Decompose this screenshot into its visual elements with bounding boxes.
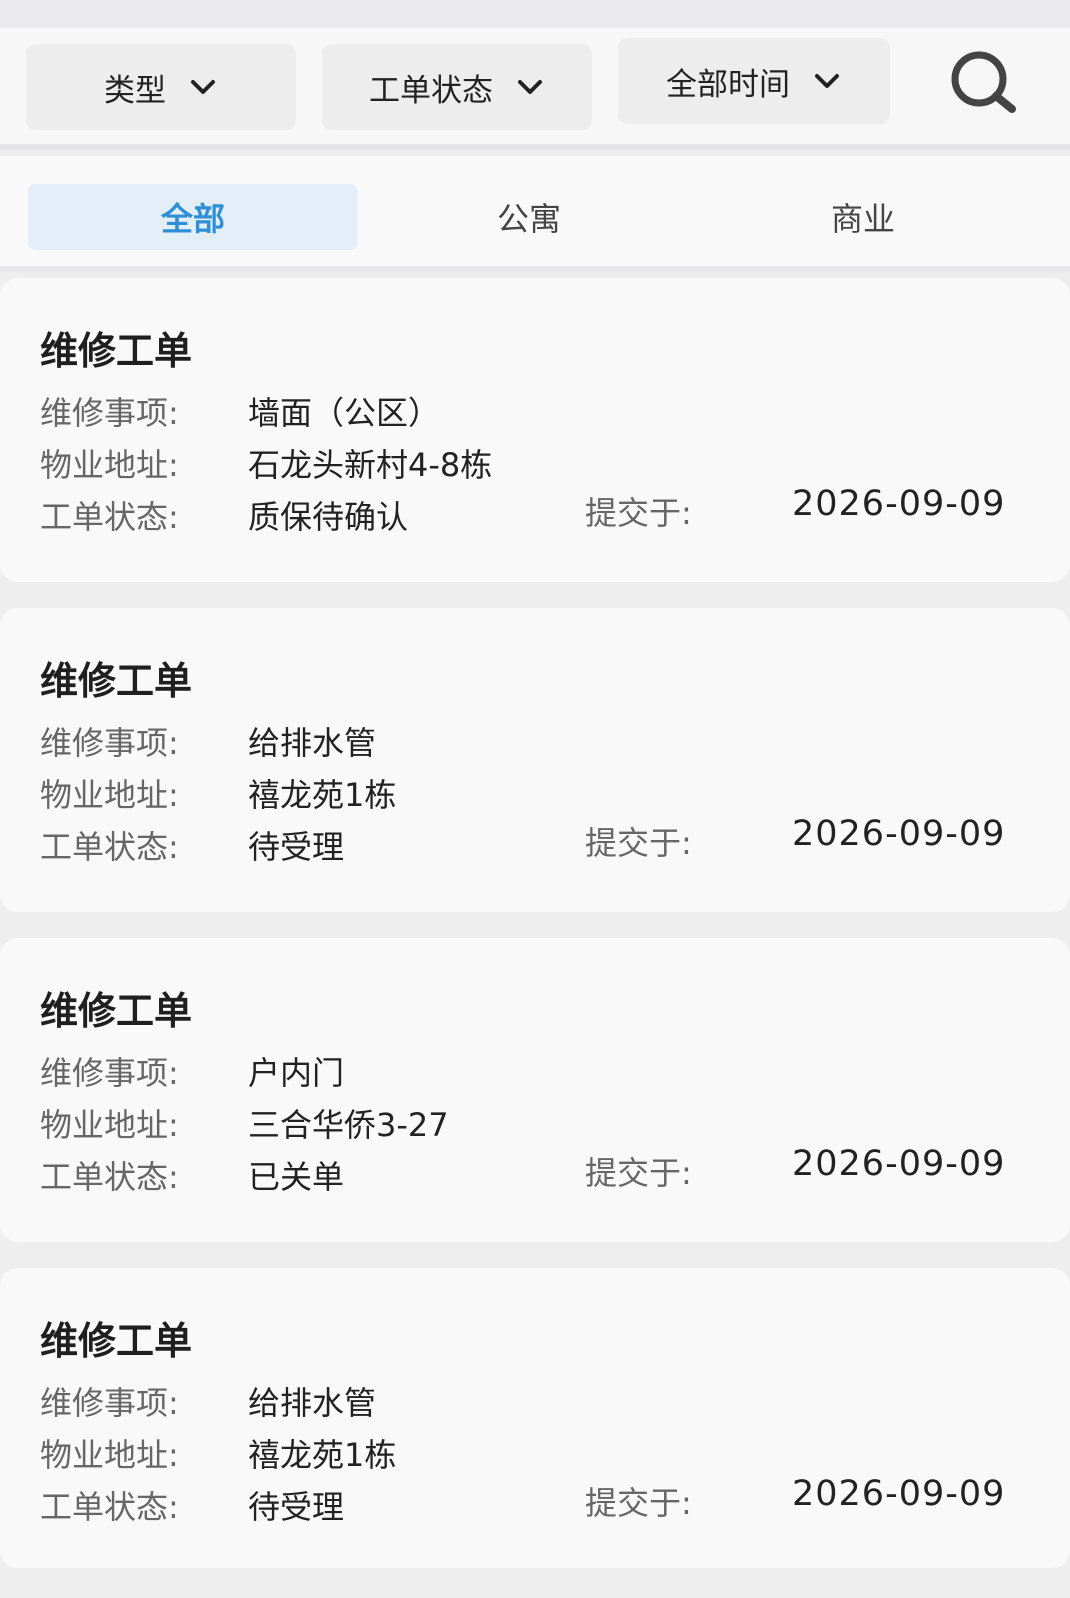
work-order-card[interactable]: 维修工单 维修事项: 给排水管 物业地址: 禧龙苑1栋 工单状态: 待受理 提交于: …	[0, 1268, 1070, 1568]
status-filter-label: 工单状态	[369, 72, 493, 109]
tab-label: 全部	[160, 200, 225, 238]
submitted-date: 2026-09-09	[792, 484, 1006, 524]
work-order-card[interactable]: 维修工单 维修事项: 户内门 物业地址: 三合华侨3-27 工单状态: 已关单 提交于…	[0, 938, 1070, 1242]
chevron-down-icon	[191, 80, 215, 94]
tab-all[interactable]: 全部	[28, 184, 358, 250]
status-row: 工单状态: 已关单	[40, 1152, 344, 1198]
submitted-label: 提交于:	[585, 1154, 692, 1192]
tab-label: 商业	[830, 200, 895, 238]
repair-item-row: 维修事项: 户内门	[40, 1048, 344, 1094]
card-title: 维修工单	[40, 1319, 193, 1363]
tab-apartment[interactable]: 公寓	[364, 184, 694, 250]
status-row: 工单状态: 待受理	[40, 1482, 344, 1528]
status-filter-dropdown[interactable]: 工单状态	[322, 44, 592, 130]
work-order-card[interactable]: 维修工单 维修事项: 给排水管 物业地址: 禧龙苑1栋 工单状态: 待受理 提交于: …	[0, 608, 1070, 912]
repair-item-label: 维修事项:	[40, 394, 179, 432]
address-value: 禧龙苑1栋	[248, 776, 397, 814]
status-label: 工单状态:	[40, 1488, 179, 1526]
submitted-date: 2026-09-09	[792, 814, 1006, 854]
repair-item-value: 墙面（公区）	[248, 394, 441, 432]
status-value: 已关单	[248, 1158, 345, 1196]
tab-label: 公寓	[496, 200, 561, 238]
work-order-card[interactable]: 维修工单 维修事项: 墙面（公区） 物业地址: 石龙头新村4-8栋 工单状态: 质保待…	[0, 278, 1070, 582]
submitted-label: 提交于:	[585, 494, 692, 532]
status-value: 待受理	[248, 1488, 345, 1526]
type-filter-label: 类型	[104, 72, 166, 109]
address-label: 物业地址:	[40, 1436, 179, 1474]
chevron-down-icon	[815, 74, 839, 88]
status-row: 工单状态: 质保待确认	[40, 492, 408, 538]
submitted-label: 提交于:	[585, 1484, 692, 1522]
card-title: 维修工单	[40, 329, 193, 373]
chevron-down-icon	[518, 80, 542, 94]
address-row: 物业地址: 石龙头新村4-8栋	[40, 440, 492, 486]
status-label: 工单状态:	[40, 498, 179, 536]
filter-bar: 类型 工单状态 全部时间	[0, 28, 1070, 150]
type-filter-dropdown[interactable]: 类型	[26, 44, 296, 130]
category-tab-bar: 全部 公寓 商业	[0, 156, 1070, 272]
submitted-label: 提交于:	[585, 824, 692, 862]
address-value: 禧龙苑1栋	[248, 1436, 397, 1474]
status-value: 质保待确认	[248, 498, 409, 536]
repair-item-row: 维修事项: 给排水管	[40, 718, 376, 764]
repair-item-value: 给排水管	[248, 1384, 377, 1422]
address-value: 三合华侨3-27	[248, 1106, 449, 1144]
repair-item-row: 维修事项: 给排水管	[40, 1378, 376, 1424]
top-strip	[0, 0, 1070, 28]
card-title: 维修工单	[40, 659, 193, 703]
address-value: 石龙头新村4-8栋	[248, 446, 493, 484]
status-label: 工单状态:	[40, 1158, 179, 1196]
repair-item-value: 给排水管	[248, 724, 377, 762]
repair-item-value: 户内门	[248, 1054, 345, 1092]
repair-item-row: 维修事项: 墙面（公区）	[40, 388, 440, 434]
status-row: 工单状态: 待受理	[40, 822, 344, 868]
repair-item-label: 维修事项:	[40, 724, 179, 762]
status-label: 工单状态:	[40, 828, 179, 866]
status-value: 待受理	[248, 828, 345, 866]
repair-item-label: 维修事项:	[40, 1384, 179, 1422]
search-icon[interactable]	[946, 46, 1020, 120]
submitted-date: 2026-09-09	[792, 1474, 1006, 1514]
tab-commercial[interactable]: 商业	[698, 184, 1028, 250]
address-label: 物业地址:	[40, 776, 179, 814]
address-label: 物业地址:	[40, 446, 179, 484]
address-row: 物业地址: 禧龙苑1栋	[40, 770, 396, 816]
time-filter-dropdown[interactable]: 全部时间	[618, 38, 890, 124]
repair-item-label: 维修事项:	[40, 1054, 179, 1092]
address-row: 物业地址: 三合华侨3-27	[40, 1100, 449, 1146]
address-row: 物业地址: 禧龙苑1栋	[40, 1430, 396, 1476]
submitted-date: 2026-09-09	[792, 1144, 1006, 1184]
time-filter-label: 全部时间	[666, 66, 790, 103]
card-title: 维修工单	[40, 989, 193, 1033]
address-label: 物业地址:	[40, 1106, 179, 1144]
